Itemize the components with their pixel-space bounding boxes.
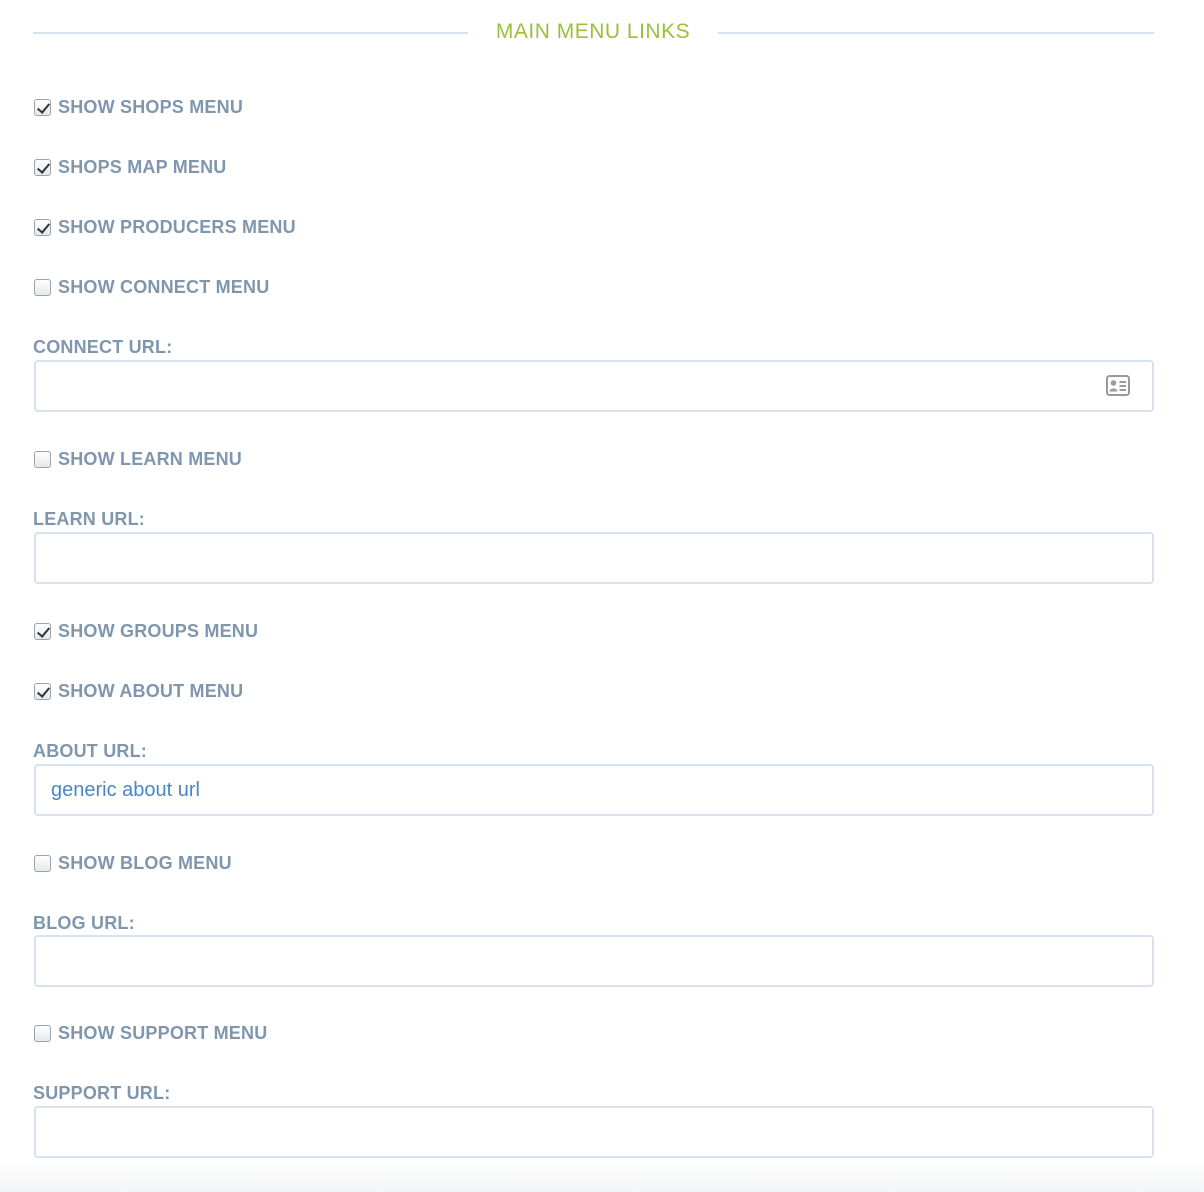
section-header: MAIN MENU LINKS <box>33 14 1154 54</box>
shops-map-menu-label[interactable]: SHOPS MAP MENU <box>58 157 227 178</box>
show-support-menu-row[interactable]: SHOW SUPPORT MENU <box>34 1021 267 1045</box>
show-about-menu-checkbox[interactable] <box>34 682 51 700</box>
connect-url-input[interactable] <box>36 362 1152 410</box>
show-learn-menu-label[interactable]: SHOW LEARN MENU <box>58 449 242 470</box>
learn-url-field[interactable] <box>34 532 1154 584</box>
show-about-menu-label[interactable]: SHOW ABOUT MENU <box>58 681 243 702</box>
show-support-menu-label[interactable]: SHOW SUPPORT MENU <box>58 1023 267 1044</box>
show-shops-menu-row[interactable]: SHOW SHOPS MENU <box>34 95 243 119</box>
about-url-label: ABOUT URL: <box>33 741 147 761</box>
show-groups-menu-row[interactable]: SHOW GROUPS MENU <box>34 619 258 643</box>
show-blog-menu-label[interactable]: SHOW BLOG MENU <box>58 853 232 874</box>
show-about-menu-row[interactable]: SHOW ABOUT MENU <box>34 679 243 703</box>
blog-url-input[interactable] <box>36 937 1152 985</box>
support-url-field[interactable] <box>34 1106 1154 1158</box>
support-url-label: SUPPORT URL: <box>33 1083 171 1103</box>
about-url-field[interactable] <box>34 764 1154 816</box>
show-groups-menu-checkbox[interactable] <box>34 622 51 640</box>
show-connect-menu-row[interactable]: SHOW CONNECT MENU <box>34 275 269 299</box>
main-menu-links-panel: MAIN MENU LINKS SHOW SHOPS MENU SHOPS MA… <box>0 0 1204 1192</box>
show-producers-menu-row[interactable]: SHOW PRODUCERS MENU <box>34 215 296 239</box>
shops-map-menu-checkbox[interactable] <box>34 158 51 176</box>
show-blog-menu-checkbox[interactable] <box>34 854 51 872</box>
show-producers-menu-label[interactable]: SHOW PRODUCERS MENU <box>58 217 296 238</box>
show-support-menu-checkbox[interactable] <box>34 1024 51 1042</box>
show-learn-menu-checkbox[interactable] <box>34 450 51 468</box>
connect-url-field[interactable] <box>34 360 1154 412</box>
blog-url-label: BLOG URL: <box>33 913 135 933</box>
show-connect-menu-checkbox[interactable] <box>34 278 51 296</box>
support-url-input[interactable] <box>36 1108 1152 1156</box>
blog-url-field[interactable] <box>34 935 1154 987</box>
about-url-input[interactable] <box>36 766 1152 814</box>
shops-map-menu-row[interactable]: SHOPS MAP MENU <box>34 155 227 179</box>
show-producers-menu-checkbox[interactable] <box>34 218 51 236</box>
header-rule-left <box>33 32 468 34</box>
learn-url-input[interactable] <box>36 534 1152 582</box>
show-groups-menu-label[interactable]: SHOW GROUPS MENU <box>58 621 258 642</box>
connect-url-label: CONNECT URL: <box>33 337 173 357</box>
header-rule-right <box>718 32 1154 34</box>
section-title: MAIN MENU LINKS <box>495 20 691 43</box>
show-shops-menu-label[interactable]: SHOW SHOPS MENU <box>58 97 243 118</box>
learn-url-label: LEARN URL: <box>33 509 145 529</box>
show-learn-menu-row[interactable]: SHOW LEARN MENU <box>34 447 242 471</box>
show-connect-menu-label[interactable]: SHOW CONNECT MENU <box>58 277 269 298</box>
show-blog-menu-row[interactable]: SHOW BLOG MENU <box>34 851 232 875</box>
show-shops-menu-checkbox[interactable] <box>34 98 51 116</box>
contact-card-icon[interactable] <box>1106 375 1130 396</box>
